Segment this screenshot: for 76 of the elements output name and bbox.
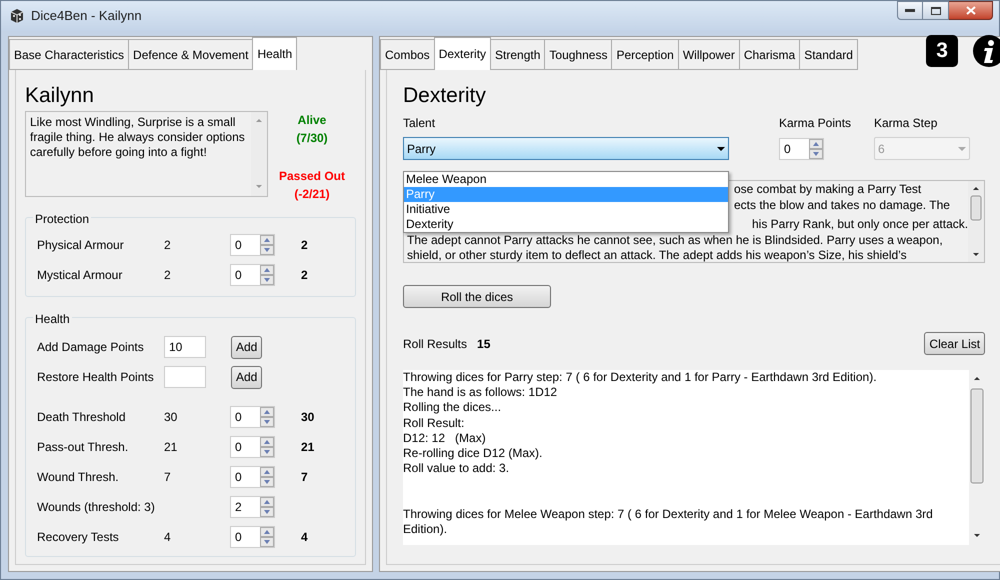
description-line: shield, or other sturdy item to deflect an attack. The adept adds his weapon’s Size, his shield’s bbox=[407, 248, 907, 262]
text-input[interactable]: 10 bbox=[164, 336, 206, 358]
number-spinner[interactable]: 0 bbox=[230, 526, 275, 548]
log-line: Re-rolling dice D12 (Max). bbox=[403, 446, 544, 462]
total-value: 4 bbox=[301, 529, 308, 546]
total-value: 21 bbox=[301, 439, 314, 456]
tab[interactable]: Base Characteristics bbox=[9, 39, 130, 70]
tab[interactable]: Perception bbox=[611, 39, 679, 70]
base-value: 7 bbox=[164, 469, 172, 486]
log-line: Roll Result: bbox=[403, 416, 466, 431]
status-label: Passed Out bbox=[278, 168, 346, 185]
description-line: ects the blow and takes no damage. The bbox=[734, 198, 950, 213]
section-title: Dexterity bbox=[403, 83, 487, 108]
field-label: Karma Points bbox=[779, 115, 852, 132]
number-spinner[interactable]: 0 bbox=[230, 264, 275, 286]
log-line: The hand is as follows: 1D12 bbox=[403, 385, 558, 400]
description-line: ose combat by making a Parry Test bbox=[734, 182, 922, 198]
tab[interactable]: Willpower bbox=[678, 39, 740, 70]
add-button[interactable]: Add bbox=[231, 366, 262, 388]
log-line: D12: 12 (Max) bbox=[403, 430, 487, 446]
character-name: Kailynn bbox=[25, 83, 95, 108]
tab[interactable]: Toughness bbox=[544, 39, 612, 70]
log-line: Throwing dices for Parry step: 7 ( 6 for Dexterity and 1 for Parry - Earthdawn 3rd Edition). bbox=[403, 370, 878, 386]
field-label: Add Damage Points bbox=[36, 339, 145, 356]
field-label: Wound Thresh. bbox=[36, 469, 120, 486]
number-spinner[interactable]: 0 bbox=[230, 406, 275, 428]
field-label: Karma Step bbox=[874, 115, 938, 132]
field-label: Talent bbox=[403, 115, 436, 132]
tab[interactable]: Standard bbox=[799, 39, 858, 70]
dropdown-option[interactable]: Dexterity bbox=[404, 217, 728, 232]
base-value: 2 bbox=[164, 267, 172, 284]
total-value: 2 bbox=[301, 237, 308, 254]
window-title: Dice4Ben - Kailynn bbox=[31, 7, 142, 26]
dropdown-option[interactable]: Melee Weapon bbox=[404, 172, 728, 187]
status-label: Alive bbox=[298, 112, 326, 129]
field-label: Recovery Tests bbox=[36, 529, 120, 546]
tab[interactable]: Defence & Movement bbox=[128, 39, 254, 70]
log-line: Throwing dices for Melee Weapon step: 7 ( 6 for Dexterity and 1 for Melee Weapon - Earthdawn 3rd Edition). bbox=[403, 506, 934, 538]
number-spinner[interactable]: 2 bbox=[230, 496, 275, 518]
tab[interactable]: Strength bbox=[490, 39, 546, 70]
description-line: his Parry Rank, but only once per attack. bbox=[752, 217, 968, 232]
field-label: Death Threshold bbox=[36, 409, 126, 426]
base-value: 21 bbox=[164, 439, 178, 456]
field-label: Mystical Armour bbox=[36, 267, 124, 284]
total-value: 7 bbox=[301, 469, 308, 486]
total-value: 2 bbox=[301, 267, 308, 284]
description-line: The adept cannot Parry attacks he cannot see, such as when he is Blindsided. Parry uses a weapon, bbox=[407, 232, 943, 248]
number-spinner[interactable]: 0 bbox=[230, 436, 275, 458]
tab[interactable]: Combos bbox=[380, 39, 435, 70]
description-text: Like most Windling, Surprise is a small fragile thing. He always consider options carefully before going into a fight! bbox=[29, 114, 246, 161]
field-label: Wounds (threshold: 3) bbox=[36, 499, 156, 516]
roll-total: 15 bbox=[477, 336, 490, 352]
base-value: 2 bbox=[164, 237, 172, 254]
field-label: Pass-out Thresh. bbox=[36, 439, 130, 456]
tab[interactable]: Dexterity bbox=[434, 37, 492, 70]
base-value: 30 bbox=[164, 409, 178, 426]
total-value: 30 bbox=[301, 409, 314, 426]
field-label: Restore Health Points bbox=[36, 369, 155, 386]
log-line: Rolling the dices... bbox=[403, 400, 502, 416]
add-button[interactable]: Add bbox=[231, 336, 262, 358]
number-spinner[interactable]: 0 bbox=[230, 466, 275, 488]
tab[interactable]: Health bbox=[252, 37, 298, 70]
field-label: Roll Results bbox=[403, 336, 468, 352]
tab[interactable]: Charisma bbox=[738, 39, 800, 70]
dropdown-option[interactable]: Initiative bbox=[404, 202, 728, 217]
step-badge: 3 bbox=[926, 35, 958, 67]
log-line: Roll value to add: 3. bbox=[403, 461, 510, 476]
number-spinner[interactable]: 0 bbox=[779, 138, 824, 160]
roll-button[interactable]: Roll the dices bbox=[403, 285, 551, 308]
status-value: (-2/21) bbox=[294, 186, 330, 203]
field-label: Physical Armour bbox=[36, 237, 125, 254]
number-spinner[interactable]: 0 bbox=[230, 234, 275, 256]
status-value: (7/30) bbox=[296, 130, 328, 147]
clear-list-button[interactable]: Clear List bbox=[924, 332, 986, 355]
base-value: 4 bbox=[164, 529, 172, 546]
talent-dropdown[interactable]: Parry bbox=[403, 137, 729, 160]
